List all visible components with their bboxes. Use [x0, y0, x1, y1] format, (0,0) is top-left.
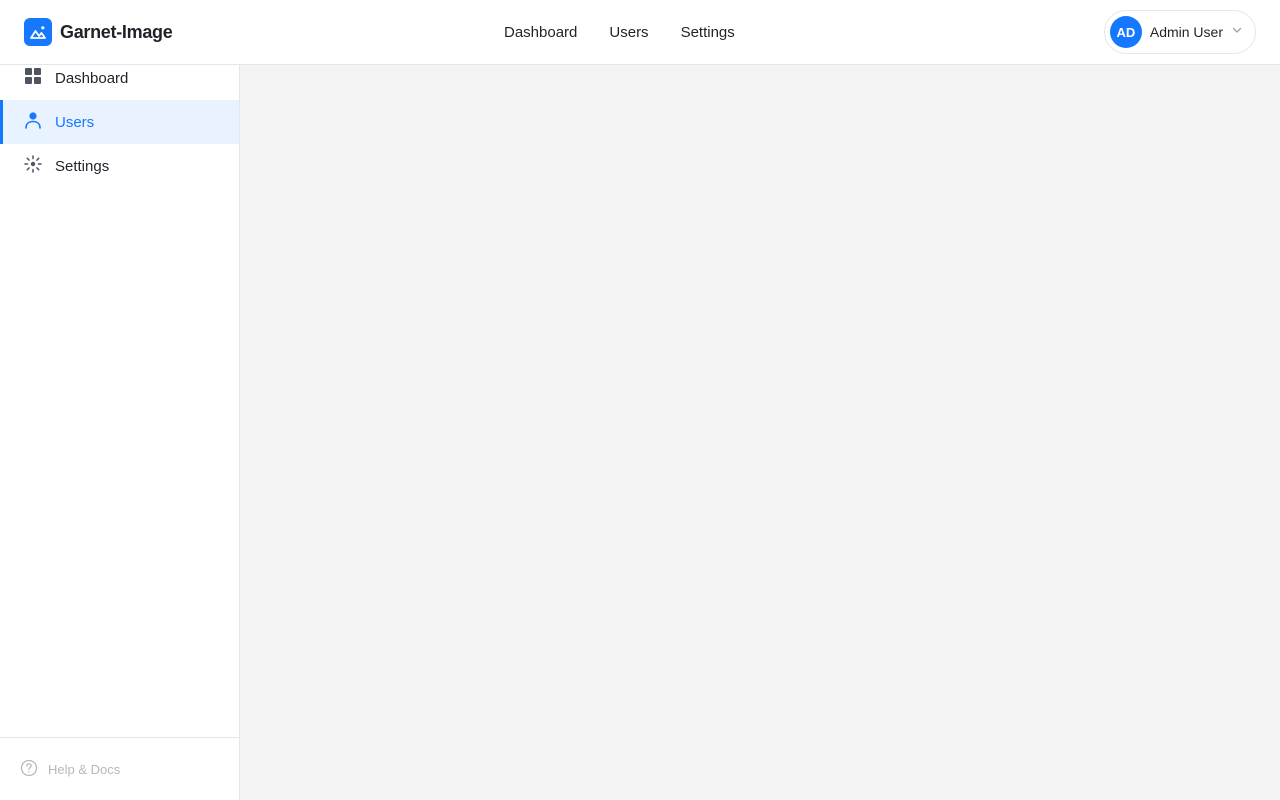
chevron-down-icon: [1231, 23, 1243, 41]
brand[interactable]: Garnet-Image: [24, 18, 173, 46]
top-nav-dashboard[interactable]: Dashboard: [504, 24, 577, 41]
main-content: [240, 65, 1280, 800]
gear-icon: [24, 155, 42, 177]
top-nav-settings[interactable]: Settings: [681, 24, 735, 41]
brand-name: Garnet-Image: [60, 21, 173, 42]
help-docs-label: Help & Docs: [48, 761, 121, 777]
sidebar-item-label: Settings: [55, 157, 110, 175]
avatar: AD: [1109, 16, 1142, 48]
dashboard-grid-icon: [24, 67, 42, 89]
sidebar-item-users[interactable]: Users: [0, 100, 239, 144]
user-name: Admin User: [1149, 24, 1223, 40]
help-circle-icon: [20, 759, 38, 780]
user-icon: [24, 111, 42, 133]
sidebar: Dashboard Users Settings Help & Docs: [0, 65, 240, 800]
help-docs-link[interactable]: Help & Docs: [0, 737, 239, 800]
top-nav-users[interactable]: Users: [609, 24, 648, 41]
user-menu-button[interactable]: AD Admin User: [1103, 10, 1256, 54]
sidebar-item-settings[interactable]: Settings: [0, 144, 239, 188]
sidebar-item-dashboard[interactable]: Dashboard: [0, 56, 239, 100]
top-nav: Dashboard Users Settings: [504, 0, 735, 64]
sidebar-item-label: Users: [55, 113, 95, 131]
sidebar-item-label: Dashboard: [55, 69, 129, 87]
mountain-logo-icon: [24, 18, 52, 46]
